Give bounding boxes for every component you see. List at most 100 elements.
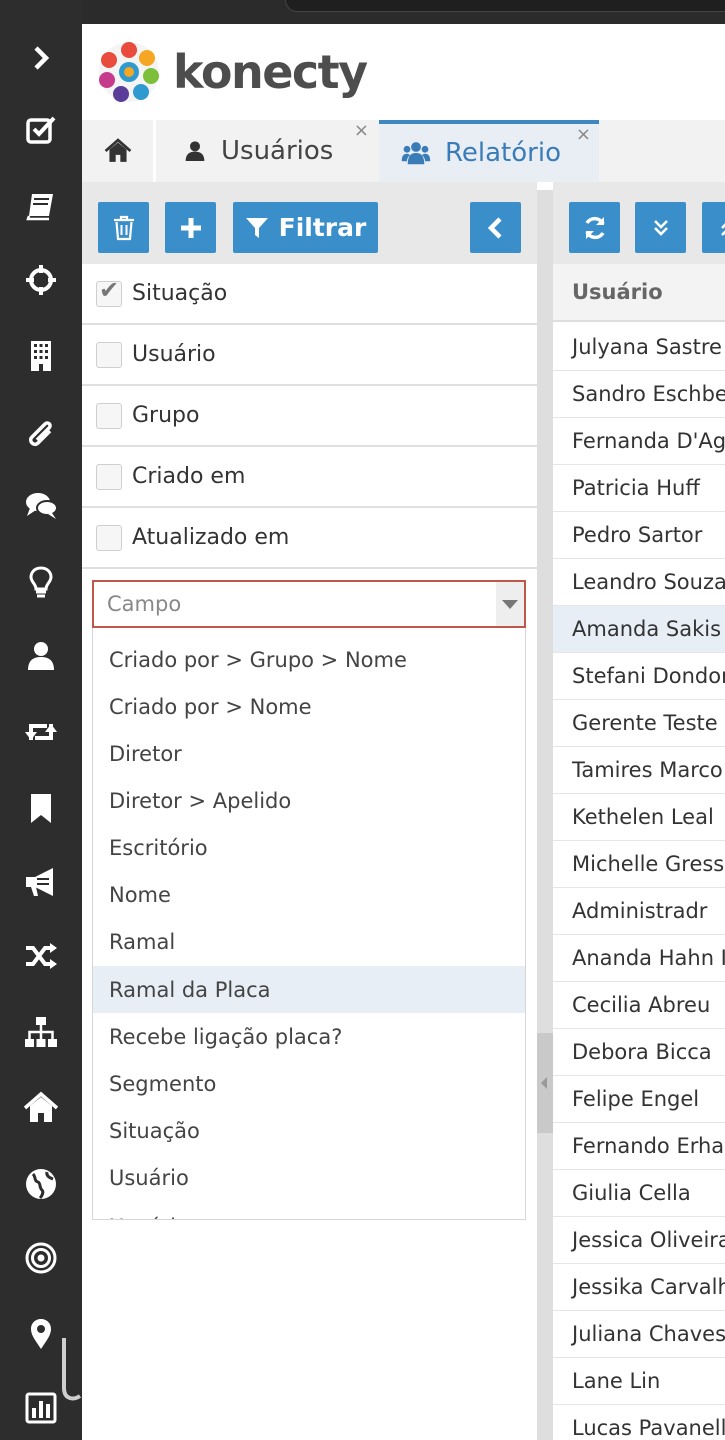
dropdown-option[interactable]: Segmento — [93, 1060, 525, 1107]
tab-relatorio[interactable]: Relatório × — [379, 120, 599, 182]
table-row[interactable]: Juliana Chaves — [553, 1311, 725, 1358]
table-row[interactable]: Felipe Engel — [553, 1076, 725, 1123]
splitter-handle[interactable] — [537, 1033, 553, 1133]
add-button[interactable] — [165, 202, 216, 253]
filter-button[interactable]: Filtrar — [233, 202, 378, 253]
checkbox[interactable] — [96, 524, 122, 551]
table-row[interactable]: Lucas Pavanell — [553, 1405, 725, 1440]
dropdown-option[interactable]: Nome — [93, 871, 525, 918]
users-icon — [401, 142, 431, 165]
table-row-highlighted[interactable]: Amanda Sakis — [553, 606, 725, 653]
filter-row-grupo[interactable]: Grupo — [82, 386, 537, 447]
dropdown-option[interactable]: Situação — [93, 1107, 525, 1154]
refresh-button[interactable] — [569, 202, 620, 253]
close-icon[interactable]: × — [354, 120, 369, 141]
table-row[interactable]: Lane Lin — [553, 1358, 725, 1405]
double-chevron-down-icon — [653, 219, 668, 236]
chevron-left-icon — [487, 216, 502, 239]
tab-home[interactable] — [82, 120, 156, 182]
dropdown-option-highlighted[interactable]: Ramal da Placa — [93, 966, 525, 1013]
filter-toolbar: Filtrar — [82, 182, 537, 264]
table-row[interactable]: Debora Bicca — [553, 1029, 725, 1076]
filter-row-criado-em[interactable]: Criado em — [82, 447, 537, 508]
user-icon[interactable] — [0, 626, 82, 686]
collapse-all-button[interactable] — [702, 202, 725, 253]
table-row[interactable]: Stefani Dondor — [553, 653, 725, 700]
tab-usuarios[interactable]: Usuários × — [159, 120, 377, 182]
filter-row-atualizado-em[interactable]: Atualizado em — [82, 508, 537, 569]
random-icon[interactable] — [0, 926, 82, 986]
collapse-panel-button[interactable] — [470, 202, 521, 253]
retweet-icon[interactable] — [0, 702, 82, 762]
main-area: konecty Usuários × Relatório × Filtrar ✔… — [82, 24, 725, 1440]
filter-label: Usuário — [132, 342, 216, 367]
building-icon[interactable] — [0, 326, 82, 386]
close-icon[interactable]: × — [576, 124, 591, 145]
field-select-dropdown: Criado por > Grupo > Nome Criado por > N… — [92, 628, 526, 1220]
table-row[interactable]: Patricia Huff — [553, 465, 725, 512]
refresh-icon — [584, 216, 605, 239]
paperclip-icon[interactable] — [0, 402, 82, 462]
dropdown-option[interactable]: Recebe ligação placa? — [93, 1013, 525, 1060]
dropdown-option[interactable]: Usuário > ... — [93, 1203, 525, 1220]
table-row[interactable]: Tamires Marco — [553, 747, 725, 794]
filter-label: Criado em — [132, 464, 246, 489]
table-row[interactable]: Michelle Gress — [553, 841, 725, 888]
app-logo-text: konecty — [173, 45, 368, 99]
checkbox[interactable] — [96, 341, 122, 368]
filter-row-usuario[interactable]: Usuário — [82, 325, 537, 386]
sitemap-icon[interactable] — [0, 1002, 82, 1062]
bullhorn-icon[interactable] — [0, 852, 82, 912]
chevron-right-icon[interactable] — [0, 28, 82, 88]
tab-bar: Usuários × Relatório × — [82, 120, 725, 182]
table-row[interactable]: Kethelen Leal — [553, 794, 725, 841]
dropdown-option[interactable]: Usuário — [93, 1154, 525, 1201]
table-row[interactable]: Administradr — [553, 888, 725, 935]
table-row[interactable]: Jessika Carvalh — [553, 1264, 725, 1311]
table-row[interactable]: Ananda Hahn I — [553, 935, 725, 982]
expand-all-button[interactable] — [635, 202, 686, 253]
table-row[interactable]: Jessica Oliveira — [553, 1217, 725, 1264]
field-select[interactable]: Campo — [92, 580, 526, 628]
filter-label: Situação — [132, 281, 228, 306]
globe-icon[interactable] — [0, 1154, 82, 1214]
filter-label: Grupo — [132, 403, 200, 428]
table-row[interactable]: Fernanda D'Ag — [553, 418, 725, 465]
dropdown-option[interactable]: Criado por > Nome — [93, 683, 525, 730]
checkbox[interactable] — [96, 402, 122, 429]
table-row[interactable]: Cecilia Abreu — [553, 982, 725, 1029]
checkbox[interactable] — [96, 463, 122, 490]
table-row[interactable]: Fernando Erha — [553, 1123, 725, 1170]
loft-watermark-logo — [62, 1338, 180, 1408]
dropdown-option[interactable]: Diretor > Apelido — [93, 777, 525, 824]
lightbulb-icon[interactable] — [0, 552, 82, 612]
comments-icon[interactable] — [0, 476, 82, 536]
dropdown-option[interactable]: Criado por > Grupo > Nome — [93, 636, 525, 683]
table-row[interactable]: Gerente Teste — [553, 700, 725, 747]
home-icon[interactable] — [0, 1078, 82, 1138]
table-row[interactable]: Giulia Cella — [553, 1170, 725, 1217]
user-icon — [185, 141, 205, 161]
dropdown-option[interactable]: Diretor — [93, 730, 525, 777]
home-icon — [104, 138, 131, 162]
table-row[interactable]: Julyana Sastre — [553, 324, 725, 371]
column-header-usuario[interactable]: Usuário — [553, 264, 725, 322]
checkbox-icon[interactable] — [0, 100, 82, 160]
filter-row-situacao[interactable]: Situação — [82, 264, 537, 325]
dropdown-option[interactable]: Escritório — [93, 824, 525, 871]
dropdown-option[interactable]: Ramal — [93, 918, 525, 965]
caret-down-icon[interactable] — [496, 582, 524, 626]
top-strip — [0, 0, 725, 24]
field-select-placeholder: Campo — [107, 592, 182, 616]
book-icon[interactable] — [0, 176, 82, 236]
konecty-logo-icon — [99, 42, 159, 102]
delete-button[interactable] — [98, 202, 149, 253]
table-row[interactable]: Leandro Souza — [553, 559, 725, 606]
table-row[interactable]: Sandro Eschbe — [553, 371, 725, 418]
table-row[interactable]: Pedro Sartor — [553, 512, 725, 559]
target-icon[interactable] — [0, 1228, 82, 1288]
bookmark-icon[interactable] — [0, 778, 82, 838]
panel-splitter[interactable] — [537, 190, 553, 1440]
crosshair-icon[interactable] — [0, 250, 82, 310]
checkbox[interactable] — [96, 276, 122, 307]
